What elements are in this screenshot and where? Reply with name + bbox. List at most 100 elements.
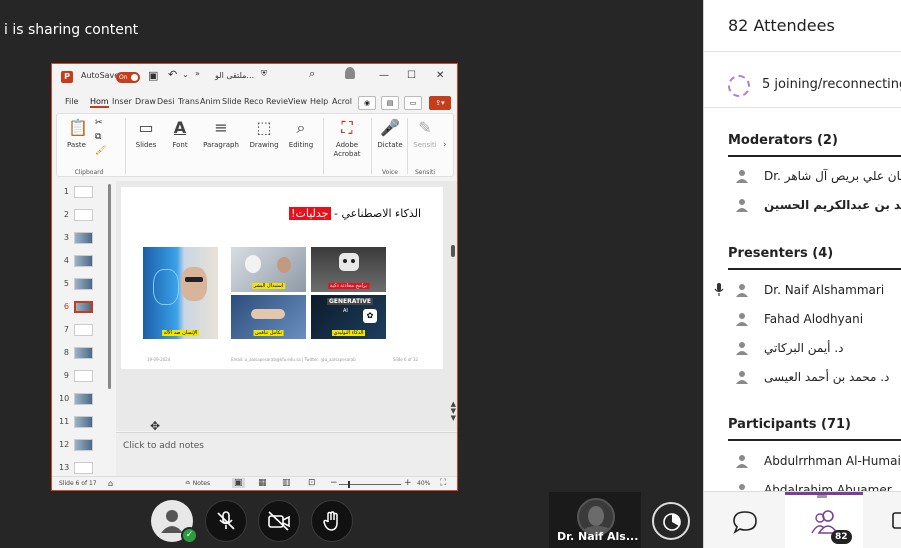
attendee-name: د. محمد بن أحمد العيسى <box>764 370 890 384</box>
tab-animations[interactable]: Anim <box>200 97 221 106</box>
notes-toggle[interactable]: ≏ Notes <box>185 479 210 487</box>
normal-view-icon[interactable]: ▣ <box>232 478 245 488</box>
tab-slideshow[interactable]: Slide <box>222 97 242 106</box>
caption-business: تكامل تنافس <box>253 330 284 336</box>
attendee-row[interactable]: Dr. Naif Alshammari <box>714 278 901 304</box>
save-icon[interactable]: ▣ <box>148 69 158 82</box>
minimize-button[interactable]: — <box>379 70 389 81</box>
slide-sorter-icon[interactable]: ▦ <box>258 478 267 488</box>
slide-thumbnail[interactable]: 5 <box>52 275 114 295</box>
slide-thumbnail[interactable]: 6 <box>52 298 114 318</box>
attendee-count-badge: 82 <box>831 530 852 544</box>
chat-icon <box>733 511 757 534</box>
tab-transitions[interactable]: Trans <box>178 97 199 106</box>
close-button[interactable]: ✕ <box>436 70 444 81</box>
zoom-in-button[interactable]: + <box>404 478 412 488</box>
tab-help[interactable]: Help <box>310 97 328 106</box>
present-icon[interactable]: ▤ <box>381 96 399 110</box>
prev-next-slide-icon[interactable]: ▲ ▼ ▼ <box>451 401 456 422</box>
overflow-chevron-icon[interactable]: » <box>195 69 200 78</box>
tab-insert[interactable]: Inser <box>112 97 132 106</box>
tab-record[interactable]: Reco <box>244 97 263 106</box>
editing-label: Editing <box>288 141 314 149</box>
reading-view-icon[interactable]: ▥ <box>282 478 291 488</box>
adobe-acrobat-group[interactable]: ⛶ Adobe Acrobat <box>325 114 369 178</box>
attendee-row[interactable]: Abdulrrhman Al-Humaidi <box>728 449 901 475</box>
slide-thumbnail[interactable]: 1 <box>52 183 114 203</box>
slide-thumbnail[interactable]: 11 <box>52 413 114 433</box>
tab-home[interactable]: Hom <box>90 97 109 108</box>
slide-thumbnail-number: 2 <box>63 210 69 219</box>
chat-button[interactable] <box>704 492 782 548</box>
slide-vertical-scrollbar[interactable] <box>451 245 455 257</box>
timer-button[interactable] <box>652 502 690 540</box>
ribbon-scroll-right-icon[interactable]: › <box>443 140 447 150</box>
document-title: ملتقى الو... <box>215 71 255 80</box>
cut-icon[interactable]: ✂ <box>95 118 103 128</box>
camera-off-button[interactable] <box>258 500 300 542</box>
tab-view[interactable]: View <box>288 97 307 106</box>
dictate-mic-icon: 🎤 <box>380 118 400 137</box>
paragraph-group[interactable]: ≡ Paragraph <box>199 114 243 178</box>
slide-thumbnail[interactable]: 3 <box>52 229 114 249</box>
robot-image: برامج محادثة ذكية <box>311 247 386 292</box>
search-icon[interactable]: ⌕ <box>309 67 315 81</box>
notes-pane[interactable]: ✥ Click to add notes <box>116 419 457 476</box>
current-slide[interactable]: الذكاء الاصطناعي - جدليات! الإنسان ضد ال… <box>121 187 443 369</box>
maximize-button[interactable]: ☐ <box>407 70 416 81</box>
tab-file[interactable]: File <box>65 97 78 106</box>
attendee-row[interactable]: د. محمد بن أحمد العيسى <box>728 365 901 391</box>
tab-design[interactable]: Desi <box>157 97 174 106</box>
slide-thumbnail[interactable]: 4 <box>52 252 114 272</box>
share-icon[interactable]: ⇪▾ <box>429 96 451 110</box>
notes-placeholder[interactable]: Click to add notes <box>123 441 204 451</box>
paste-label[interactable]: Paste <box>61 141 117 149</box>
zoom-level[interactable]: 40% <box>417 480 430 487</box>
comments-icon[interactable]: ▭ <box>404 96 422 110</box>
sensitivity-group[interactable]: ✎ Sensiti Sensiti <box>409 114 441 178</box>
share-content-button[interactable] <box>866 492 901 548</box>
slide-thumbnail[interactable]: 7 <box>52 321 114 341</box>
voice-group[interactable]: 🎤 Dictate Voice <box>373 114 407 178</box>
slide-thumbnail[interactable]: 9 <box>52 367 114 387</box>
font-group[interactable]: A Font <box>163 114 197 178</box>
slideshow-icon[interactable]: ⊡ <box>308 478 316 488</box>
slides-group[interactable]: ▭ Slides <box>129 114 163 178</box>
drawing-group[interactable]: ⬚ Drawing <box>245 114 283 178</box>
attendee-row[interactable]: د. أيمن البركاتي <box>728 336 901 362</box>
undo-dropdown-icon[interactable]: ⌄ <box>182 70 189 79</box>
zoom-out-button[interactable]: − <box>330 478 338 488</box>
slide-thumbnail[interactable]: 10 <box>52 390 114 410</box>
participants-heading: Participants (71) <box>728 417 851 432</box>
record-icon[interactable]: ◉ <box>358 96 376 110</box>
user-avatar[interactable] <box>345 67 355 79</box>
raise-hand-button[interactable] <box>311 500 353 542</box>
tab-acrobat[interactable]: Acrol <box>332 97 352 106</box>
fit-to-window-icon[interactable]: ⛶ <box>440 478 446 488</box>
slide-thumbnail[interactable]: 8 <box>52 344 114 364</box>
attendee-row[interactable]: د. أحمد بن عبدالكريم الحسين <box>728 193 901 219</box>
attendee-row[interactable]: Dr. حنان علي بريص آل شاهر <box>728 164 901 190</box>
attendee-name: Fahad Alodhyani <box>764 312 864 326</box>
tab-review[interactable]: Revie <box>266 97 288 106</box>
accessibility-icon[interactable]: ⌂ <box>108 479 113 488</box>
sensitivity-shield-icon[interactable]: ⛨ <box>261 69 267 79</box>
speaker-video-tile[interactable]: Dr. Naif Als... <box>549 492 641 548</box>
paste-icon[interactable]: 📋 <box>67 118 89 138</box>
tab-draw[interactable]: Draw <box>135 97 156 106</box>
microphone-muted-button[interactable] <box>205 500 247 542</box>
slide-thumbnail[interactable]: 12 <box>52 436 114 456</box>
share-content-icon <box>892 512 901 529</box>
attendee-row[interactable]: Fahad Alodhyani <box>728 307 901 333</box>
slide-thumbnail[interactable]: 2 <box>52 206 114 226</box>
copy-icon[interactable]: ⧉ <box>95 132 101 142</box>
format-painter-icon[interactable]: 🖌 <box>95 146 106 156</box>
undo-icon[interactable]: ↶ <box>168 68 177 81</box>
panel-resize-handle[interactable] <box>817 495 827 498</box>
slide-thumbnail-preview <box>74 462 93 474</box>
slide-thumbnail-number: 5 <box>63 279 69 288</box>
generative-ai-image: GENERATIVE AI ✿ الذكاء التوليدي <box>311 295 386 339</box>
autosave-toggle[interactable]: On <box>116 72 140 83</box>
editing-group[interactable]: ⌕ Editing <box>283 114 319 178</box>
zoom-slider-thumb[interactable] <box>348 481 350 488</box>
